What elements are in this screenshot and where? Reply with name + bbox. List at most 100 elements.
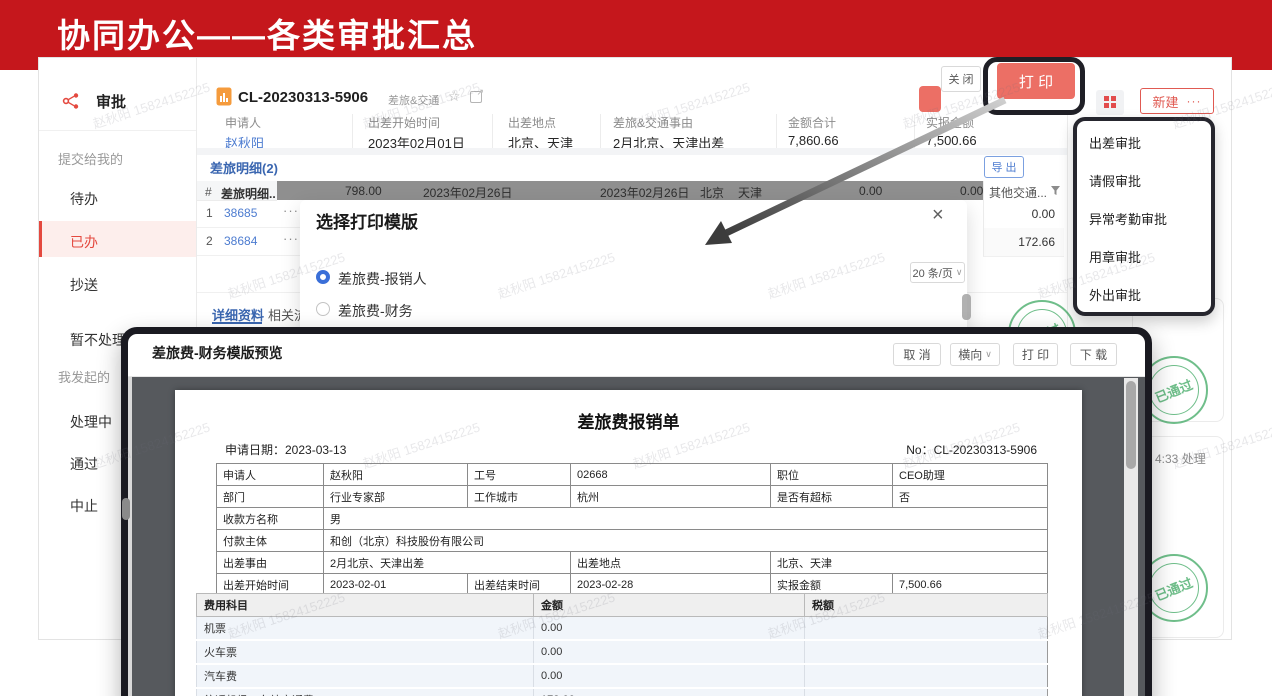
dialog-title: 选择打印模版 xyxy=(316,208,418,233)
radio-selected-icon[interactable] xyxy=(316,270,330,284)
field-divider xyxy=(352,114,353,150)
info-cell: CEO助理 xyxy=(893,464,1048,486)
chevron-down-icon: ∨ xyxy=(985,349,992,360)
slide-title: 协同办公——各类审批汇总 xyxy=(57,9,477,57)
sidebar-item-done-highlight xyxy=(39,221,196,257)
preview-scrollbar-thumb[interactable] xyxy=(1126,381,1136,469)
field-label: 出差开始时间 xyxy=(368,114,440,131)
open-in-new-icon[interactable]: ↗ xyxy=(470,91,482,103)
expense-cell: 172.66 xyxy=(534,688,805,696)
sidebar-active-bar xyxy=(39,221,42,257)
sidebar-item-done[interactable]: 已办 xyxy=(70,232,98,252)
orientation-select[interactable]: 横向 ∨ xyxy=(950,343,1000,366)
info-cell: 申请人 xyxy=(217,464,324,486)
dim-cell: 798.00 xyxy=(345,184,382,198)
radio-unselected-icon[interactable] xyxy=(316,302,330,316)
info-cell: 收款方名称 xyxy=(217,508,324,530)
expense-cell: 火车票 xyxy=(197,640,534,664)
viewer-left-edge xyxy=(128,377,132,696)
sidebar-item-terminated[interactable]: 中止 xyxy=(70,496,98,516)
info-cell: 行业专家部 xyxy=(324,486,468,508)
info-cell: 工号 xyxy=(468,464,571,486)
document-page: 差旅费报销单 申请日期：2023-03-13 No：CL-20230313-59… xyxy=(175,390,1082,696)
star-icon[interactable]: ☆ xyxy=(448,88,461,105)
info-cell: 和创（北京）科技股份有限公司 xyxy=(324,530,1048,552)
sidebar-item-hold[interactable]: 暂不处理 xyxy=(70,330,126,350)
radio-option-reporter[interactable]: 差旅费-报销人 xyxy=(338,269,427,289)
expense-table: 费用科目 金额 税额 机票0.00 火车票0.00 汽车费0.00 往返机场、车… xyxy=(196,593,1048,696)
menu-item-trip[interactable]: 出差审批 xyxy=(1089,133,1207,152)
row-divider xyxy=(197,227,300,228)
info-cell: 是否有超标 xyxy=(771,486,893,508)
expense-cell: 0.00 xyxy=(534,617,805,641)
sidebar-divider xyxy=(39,130,196,131)
doc-number: CL-20230313-5906 xyxy=(238,89,368,106)
row-link[interactable]: 38685 xyxy=(224,206,257,220)
col-header-detail: 差旅明细.. xyxy=(221,185,276,202)
menu-item-outing[interactable]: 外出审批 xyxy=(1089,285,1207,304)
preview-print-button[interactable]: 打 印 xyxy=(1013,343,1058,366)
new-button[interactable]: 新建 ··· xyxy=(1140,88,1214,114)
info-cell: 杭州 xyxy=(571,486,771,508)
expense-cell xyxy=(805,640,1048,664)
filter-icon[interactable] xyxy=(1051,186,1060,195)
info-cell: 2月北京、天津出差 xyxy=(324,552,571,574)
radio-option-finance[interactable]: 差旅费-财务 xyxy=(338,301,413,321)
screenshot-root: 协同办公——各类审批汇总 审批 提交给我的 待办 已办 抄送 暂不处理 我发起的… xyxy=(0,0,1272,696)
doc-no: No：CL-20230313-5906 xyxy=(906,441,1037,458)
process-time-text: 4:33 处理 xyxy=(1155,450,1206,467)
sidebar-group-mine: 我发起的 xyxy=(58,367,110,386)
info-cell: 工作城市 xyxy=(468,486,571,508)
field-divider xyxy=(492,114,493,150)
sidebar-item-passed[interactable]: 通过 xyxy=(70,454,98,474)
info-cell: 02668 xyxy=(571,464,771,486)
row-more-icon[interactable]: ··· xyxy=(283,203,299,218)
download-button[interactable]: 下 载 xyxy=(1070,343,1117,366)
page-size-select[interactable]: 20 条/页 ∨ xyxy=(910,262,965,283)
menu-item-leave[interactable]: 请假审批 xyxy=(1089,171,1207,190)
expense-cell xyxy=(805,617,1048,641)
preview-title: 差旅费-财务模版预览 xyxy=(152,343,283,363)
col-header-index: # xyxy=(205,185,212,199)
dialog-scrollbar-thumb[interactable] xyxy=(962,294,971,320)
expense-cell xyxy=(805,688,1048,696)
row-link[interactable]: 38684 xyxy=(224,234,257,248)
info-cell: 职位 xyxy=(771,464,893,486)
expense-header: 费用科目 xyxy=(197,594,534,617)
document-icon xyxy=(216,87,232,106)
annotation-arrow xyxy=(680,85,1020,260)
cancel-button[interactable]: 取 消 xyxy=(893,343,941,366)
expense-cell: 0.00 xyxy=(534,640,805,664)
info-cell: 部门 xyxy=(217,486,324,508)
sidebar-group-submitted: 提交给我的 xyxy=(58,149,123,168)
info-cell: 男 xyxy=(324,508,1048,530)
more-icon[interactable]: ··· xyxy=(1187,94,1202,108)
doc-title: 差旅费报销单 xyxy=(175,408,1082,433)
sidebar-item-todo[interactable]: 待办 xyxy=(70,189,98,209)
row-more-icon[interactable]: ··· xyxy=(283,231,299,246)
info-cell: 付款主体 xyxy=(217,530,324,552)
grid-icon[interactable] xyxy=(1096,90,1124,115)
expense-cell: 汽车费 xyxy=(197,664,534,688)
new-approval-menu: 出差审批 请假审批 异常考勤审批 用章审批 外出审批 xyxy=(1073,117,1215,316)
approved-stamp-text: 已通过 xyxy=(1152,374,1195,406)
expense-header: 税额 xyxy=(805,594,1048,617)
modal-drag-handle[interactable] xyxy=(122,498,130,520)
field-label: 申请人 xyxy=(225,114,261,131)
info-cell: 否 xyxy=(893,486,1048,508)
sidebar-item-cc[interactable]: 抄送 xyxy=(70,275,98,295)
expense-cell xyxy=(805,664,1048,688)
row-index: 2 xyxy=(206,234,213,248)
dim-cell: 2023年02月26日 xyxy=(423,184,512,200)
sidebar-item-processing[interactable]: 处理中 xyxy=(70,412,112,432)
menu-item-seal[interactable]: 用章审批 xyxy=(1089,247,1207,266)
info-cell: 出差事由 xyxy=(217,552,324,574)
row-divider xyxy=(197,255,300,256)
section-title: 差旅明细(2) xyxy=(210,158,278,177)
menu-item-attendance[interactable]: 异常考勤审批 xyxy=(1089,209,1207,228)
right-col-value: 172.66 xyxy=(1018,235,1055,249)
apply-date: 申请日期：2023-03-13 xyxy=(225,441,346,458)
info-cell: 赵秋阳 xyxy=(324,464,468,486)
sidebar-app-title: 审批 xyxy=(96,91,126,112)
dim-cell: 2023年02月26日 xyxy=(600,184,689,200)
